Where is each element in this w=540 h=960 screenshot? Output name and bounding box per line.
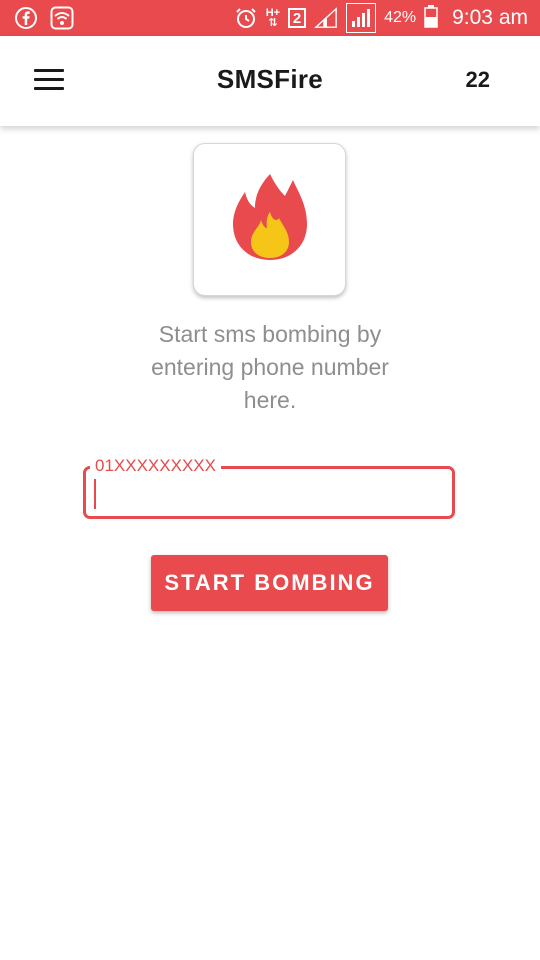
alarm-icon (234, 6, 258, 30)
wifi-icon (50, 6, 74, 30)
signal-strength-sim2-icon (346, 3, 377, 33)
status-bar: H+ ⇅ 2 42% 9:03 am (0, 0, 540, 36)
tagline: Start sms bombing by entering phone numb… (110, 318, 430, 417)
app-bar: SMSFire 22 (0, 36, 540, 126)
tagline-line: here. (243, 387, 297, 413)
app-title: SMSFire (216, 64, 324, 94)
tagline-line: entering phone number (151, 354, 389, 380)
fire-icon (231, 172, 309, 267)
tagline-line: Start sms bombing by (158, 321, 382, 347)
battery-percent: 42% (384, 9, 417, 26)
sim-slot-indicator: 2 (288, 8, 307, 28)
start-bombing-button[interactable]: START BOMBING (151, 555, 388, 611)
text-cursor (94, 479, 96, 509)
phone-number-label: 01XXXXXXXXX (90, 456, 221, 476)
status-right-icons: H+ ⇅ 2 42% 9:03 am (234, 0, 528, 36)
battery-icon (424, 4, 438, 33)
app-logo-card (193, 143, 346, 296)
status-left-icons (14, 6, 74, 30)
signal-strength-icon (314, 6, 338, 30)
network-type-indicator: H+ ⇅ (265, 7, 281, 29)
facebook-icon (14, 6, 38, 30)
sms-counter: 22 (465, 67, 490, 92)
status-time: 9:03 am (452, 6, 528, 29)
